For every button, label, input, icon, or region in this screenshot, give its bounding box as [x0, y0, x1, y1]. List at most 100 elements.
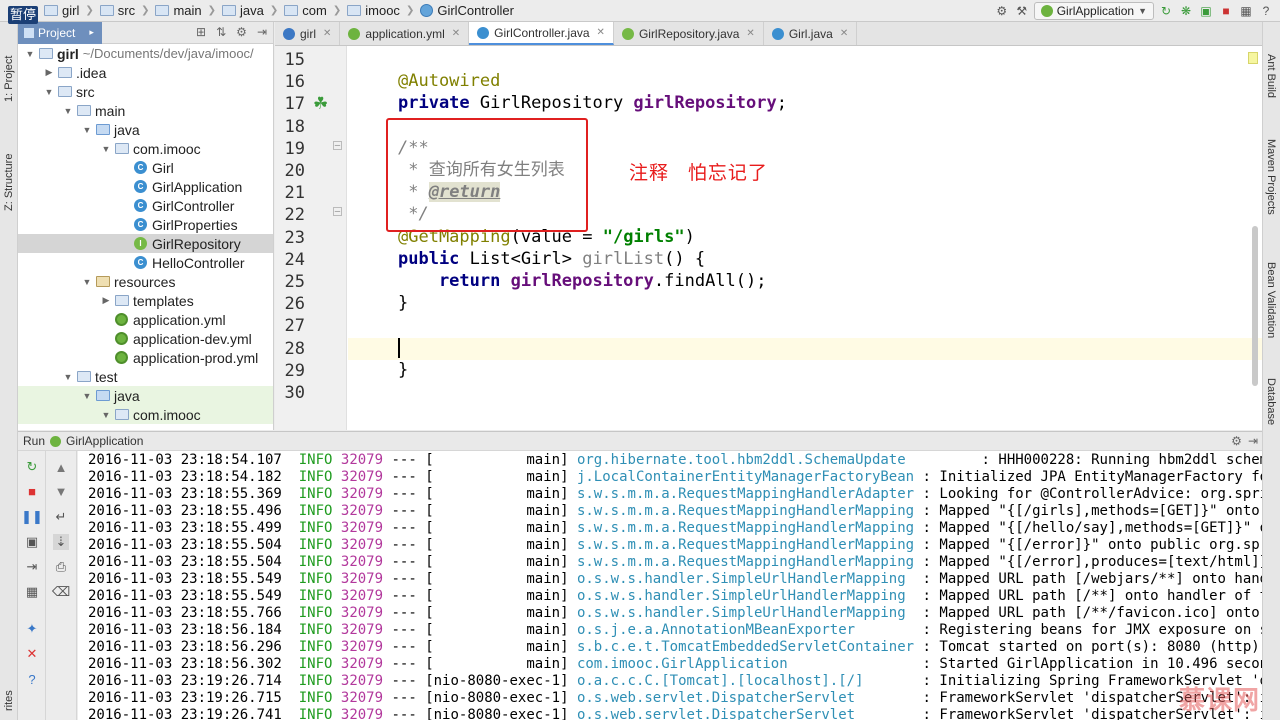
breadcrumb-item[interactable]: main: [151, 0, 205, 22]
tree-item[interactable]: ▼ com.imooc: [18, 405, 273, 424]
bean-icon[interactable]: ☘: [313, 94, 328, 114]
log-logger[interactable]: o.s.w.s.handler.SimpleUrlHandlerMapping: [577, 605, 914, 621]
tree-item[interactable]: ▼ resources: [18, 272, 273, 291]
tree-item[interactable]: C HelloController: [18, 253, 273, 272]
chevron-down-icon[interactable]: ▼: [81, 391, 93, 401]
log-logger[interactable]: o.s.w.s.handler.SimpleUrlHandlerMapping: [577, 588, 914, 604]
editor-tab[interactable]: application.yml ✕: [340, 22, 470, 45]
chevron-down-icon[interactable]: ▼: [100, 410, 112, 420]
run-config-name[interactable]: GirlApplication: [66, 434, 143, 448]
debug-icon[interactable]: ❋: [1178, 3, 1194, 19]
breadcrumb-item[interactable]: java: [218, 0, 268, 22]
tree-item[interactable]: ▼ test: [18, 367, 273, 386]
run-title[interactable]: Run: [23, 434, 45, 448]
log-logger[interactable]: s.b.c.e.t.TomcatEmbeddedServletContainer: [577, 639, 914, 655]
close-icon[interactable]: ✕: [323, 28, 331, 39]
up-icon[interactable]: ▲: [53, 459, 69, 475]
rerun-icon[interactable]: ↻: [24, 459, 40, 475]
tab-maven-projects[interactable]: Maven Projects: [1262, 122, 1280, 232]
build-icon[interactable]: ⚙: [994, 3, 1010, 19]
code-editor[interactable]: 15 16 17 18 19 20 21 22 23 24 25 26 27 28 29 30 ☘ − − @Aut…: [275, 46, 1262, 430]
breadcrumb-item[interactable]: GirlController: [416, 0, 518, 22]
pause-icon[interactable]: ❚❚: [21, 509, 43, 525]
help-icon[interactable]: ?: [1258, 3, 1274, 19]
tree-item[interactable]: ▼ src: [18, 82, 273, 101]
pin-icon[interactable]: ✦: [24, 621, 40, 637]
chevron-down-icon[interactable]: ▼: [81, 125, 93, 135]
sdk-icon[interactable]: ▦: [1238, 3, 1254, 19]
chevron-down-icon[interactable]: ▼: [43, 87, 55, 97]
chevron-right-icon[interactable]: ▶: [100, 295, 112, 306]
tree-item[interactable]: C GirlApplication: [18, 177, 273, 196]
tab-ant-build[interactable]: Ant Build: [1262, 36, 1280, 116]
log-logger[interactable]: s.w.s.m.m.a.RequestMappingHandlerMapping: [577, 554, 914, 570]
chevron-down-icon[interactable]: ▼: [81, 277, 93, 287]
log-logger[interactable]: s.w.s.m.m.a.RequestMappingHandlerMapping: [577, 537, 914, 553]
tab-bean-validation[interactable]: Bean Validation: [1262, 240, 1280, 360]
editor-tab[interactable]: girl ✕: [275, 22, 341, 45]
close-icon[interactable]: ✕: [597, 27, 605, 38]
tab-project[interactable]: 1: Project: [0, 34, 18, 124]
log-logger[interactable]: o.s.w.s.handler.SimpleUrlHandlerMapping: [577, 571, 914, 587]
tree-item[interactable]: ▼ main: [18, 101, 273, 120]
log-logger[interactable]: o.s.j.e.a.AnnotationMBeanExporter: [577, 622, 914, 638]
hide-icon[interactable]: ⇥: [257, 25, 267, 39]
dump-icon[interactable]: ▣: [24, 534, 40, 550]
editor-tab[interactable]: GirlRepository.java ✕: [614, 22, 764, 45]
rerun-icon[interactable]: ↻: [1158, 3, 1174, 19]
log-logger[interactable]: o.s.web.servlet.DispatcherServlet: [577, 707, 914, 720]
chevron-right-icon[interactable]: ▶: [43, 67, 55, 78]
tree-item[interactable]: ▼ girl ~/Documents/dev/java/imooc/: [18, 44, 273, 63]
chevron-down-icon[interactable]: ▼: [24, 49, 36, 59]
gear-icon[interactable]: ⚙: [236, 25, 247, 39]
down-icon[interactable]: ▼: [53, 483, 69, 499]
stop-icon[interactable]: ■: [1218, 3, 1234, 19]
stop-icon[interactable]: ■: [24, 483, 40, 499]
hammer-icon[interactable]: ⚒: [1014, 3, 1030, 19]
tab-favorites[interactable]: rites: [0, 682, 18, 720]
editor-tab[interactable]: Girl.java ✕: [764, 22, 858, 45]
log-logger[interactable]: o.a.c.c.C.[Tomcat].[localhost].[/]: [577, 673, 914, 689]
console-output[interactable]: 2016-11-03 23:18:54.107 INFO 32079 --- […: [78, 451, 1262, 720]
tree-item[interactable]: ▼ com.imooc: [18, 139, 273, 158]
gear-icon[interactable]: ⚙: [1231, 434, 1242, 448]
tree-item[interactable]: ▶ .idea: [18, 63, 273, 82]
editor-scrollbar[interactable]: [1252, 226, 1258, 386]
tree-item[interactable]: C Girl: [18, 158, 273, 177]
tree-item[interactable]: application-prod.yml: [18, 348, 273, 367]
log-logger[interactable]: j.LocalContainerEntityManagerFactoryBean: [577, 469, 914, 485]
chevron-down-icon[interactable]: ▼: [100, 144, 112, 154]
exit-icon[interactable]: ⇥: [24, 559, 40, 575]
trash-icon[interactable]: ⌫: [52, 584, 70, 600]
tab-structure[interactable]: Z: Structure: [0, 132, 18, 232]
print-icon[interactable]: ⎙: [53, 559, 69, 575]
wrap-icon[interactable]: ↵: [53, 509, 69, 525]
breadcrumb-item[interactable]: src: [96, 0, 139, 22]
close-icon[interactable]: ✕: [840, 28, 848, 39]
tree-item[interactable]: application-dev.yml: [18, 329, 273, 348]
hide-icon[interactable]: ⇥: [1248, 434, 1258, 448]
fold-icon[interactable]: −: [333, 207, 342, 218]
chevron-down-icon[interactable]: ▼: [62, 372, 74, 382]
coverage-icon[interactable]: ▣: [1198, 3, 1214, 19]
close-icon[interactable]: ✕: [24, 646, 40, 662]
tree-item[interactable]: ▼ java: [18, 386, 273, 405]
log-logger[interactable]: com.imooc.GirlApplication: [577, 656, 914, 672]
tree-item[interactable]: application.yml: [18, 310, 273, 329]
close-icon[interactable]: ✕: [746, 28, 754, 39]
log-logger[interactable]: s.w.s.m.m.a.RequestMappingHandlerMapping: [577, 520, 914, 536]
scroll-end-icon[interactable]: ⇣: [53, 534, 69, 550]
tab-database[interactable]: Database: [1262, 367, 1280, 437]
tree-item[interactable]: I GirlRepository: [18, 234, 273, 253]
code-area[interactable]: @Autowired private GirlRepository girlRep…: [348, 46, 1262, 430]
help-icon[interactable]: ?: [24, 671, 40, 687]
tree-item[interactable]: C GirlController: [18, 196, 273, 215]
project-view-select[interactable]: Project ▸: [18, 22, 102, 44]
log-logger[interactable]: o.s.web.servlet.DispatcherServlet: [577, 690, 914, 706]
layout-icon[interactable]: ▦: [24, 584, 40, 600]
log-logger[interactable]: org.hibernate.tool.hbm2ddl.SchemaUpdate: [577, 452, 973, 468]
tree-item[interactable]: ▶ templates: [18, 291, 273, 310]
log-logger[interactable]: s.w.s.m.m.a.RequestMappingHandlerAdapter: [577, 486, 914, 502]
tree-item[interactable]: C GirlProperties: [18, 215, 273, 234]
sync-icon[interactable]: ⊞: [196, 25, 206, 39]
